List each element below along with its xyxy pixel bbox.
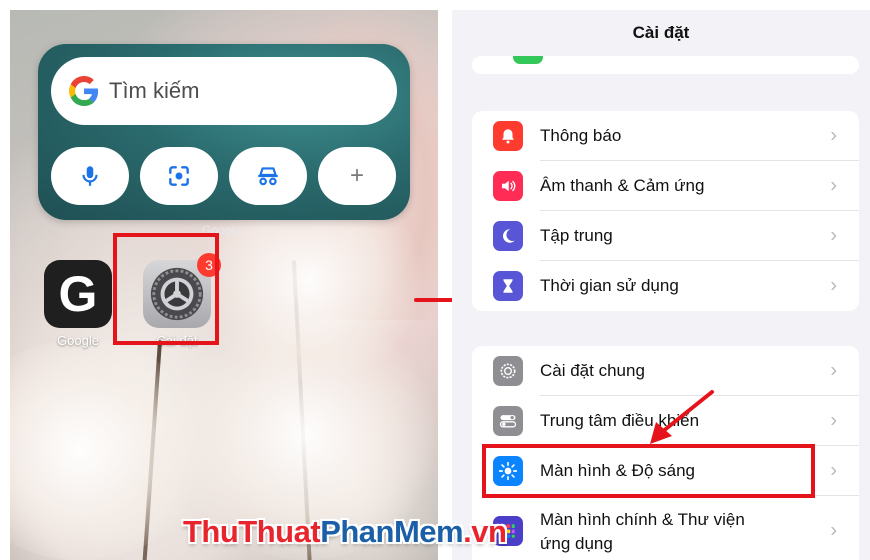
settings-item-label: Thông báo — [540, 126, 622, 145]
watermark-part2: PhanMem — [320, 514, 464, 549]
settings-item-label: Màn hình chính & Thư viện ứng dụng — [540, 508, 745, 556]
bell-icon — [493, 121, 523, 151]
toggles-icon — [493, 406, 523, 436]
watermark-logo: ThuThuatPhanMem.vn — [183, 514, 507, 550]
settings-item-focus[interactable]: Tập trung › — [472, 211, 859, 261]
settings-group-partial — [472, 56, 859, 74]
settings-item-label: Thời gian sử dụng — [540, 276, 679, 295]
google-search-widget: Tìm kiếm + — [38, 44, 410, 220]
chevron-right-icon: › — [830, 519, 837, 542]
chevron-right-icon: › — [830, 174, 837, 197]
settings-item-screen-time[interactable]: Thời gian sử dụng › — [472, 261, 859, 311]
settings-app-highlight — [113, 233, 219, 345]
google-search-bar[interactable]: Tìm kiếm — [51, 57, 397, 125]
settings-icon-partial — [513, 56, 543, 64]
incognito-icon — [258, 167, 278, 186]
home-screen: Tìm kiếm + Google G Google Cài đặt 3 — [10, 10, 438, 560]
settings-item-label: Tập trung — [540, 226, 613, 245]
google-g-icon — [69, 76, 99, 106]
chevron-right-icon: › — [830, 359, 837, 382]
watermark-part1: ThuThuat — [183, 514, 321, 549]
voice-search-button[interactable] — [51, 147, 129, 205]
chevron-right-icon: › — [830, 459, 837, 482]
settings-item-label-line2: ứng dụng — [540, 534, 613, 553]
lens-icon — [169, 166, 189, 186]
settings-item-notifications[interactable]: Thông báo › — [472, 111, 859, 161]
moon-icon — [493, 221, 523, 251]
settings-group-1: Thông báo › Âm thanh & Cảm ứng › Tập tru… — [472, 111, 859, 311]
plus-icon: + — [349, 162, 364, 189]
google-app-icon[interactable]: G — [44, 260, 112, 328]
page-title: Cài đặt — [452, 10, 870, 54]
gear-icon — [493, 356, 523, 386]
settings-item-label-line1: Màn hình chính & Thư viện — [540, 510, 745, 529]
search-placeholder: Tìm kiếm — [109, 78, 200, 103]
lens-button[interactable] — [140, 147, 218, 205]
chevron-right-icon: › — [830, 274, 837, 297]
settings-item-label: Âm thanh & Cảm ứng — [540, 176, 705, 195]
google-g-icon: G — [58, 266, 98, 322]
incognito-button[interactable] — [229, 147, 307, 205]
display-item-highlight — [482, 444, 815, 498]
settings-item-label: Cài đặt chung — [540, 361, 645, 380]
google-app-label: Google — [57, 333, 99, 348]
speaker-icon — [493, 171, 523, 201]
hourglass-icon — [493, 271, 523, 301]
chevron-right-icon: › — [830, 224, 837, 247]
watermark-part3: .vn — [463, 514, 507, 549]
microphone-icon — [82, 166, 98, 186]
arrow-diagonal-icon — [650, 390, 714, 444]
add-shortcut-button[interactable]: + — [318, 147, 396, 205]
chevron-right-icon: › — [830, 124, 837, 147]
settings-item-home-screen-library[interactable]: Màn hình chính & Thư viện ứng dụng › — [472, 496, 859, 560]
settings-item-sounds[interactable]: Âm thanh & Cảm ứng › — [472, 161, 859, 211]
chevron-right-icon: › — [830, 409, 837, 432]
